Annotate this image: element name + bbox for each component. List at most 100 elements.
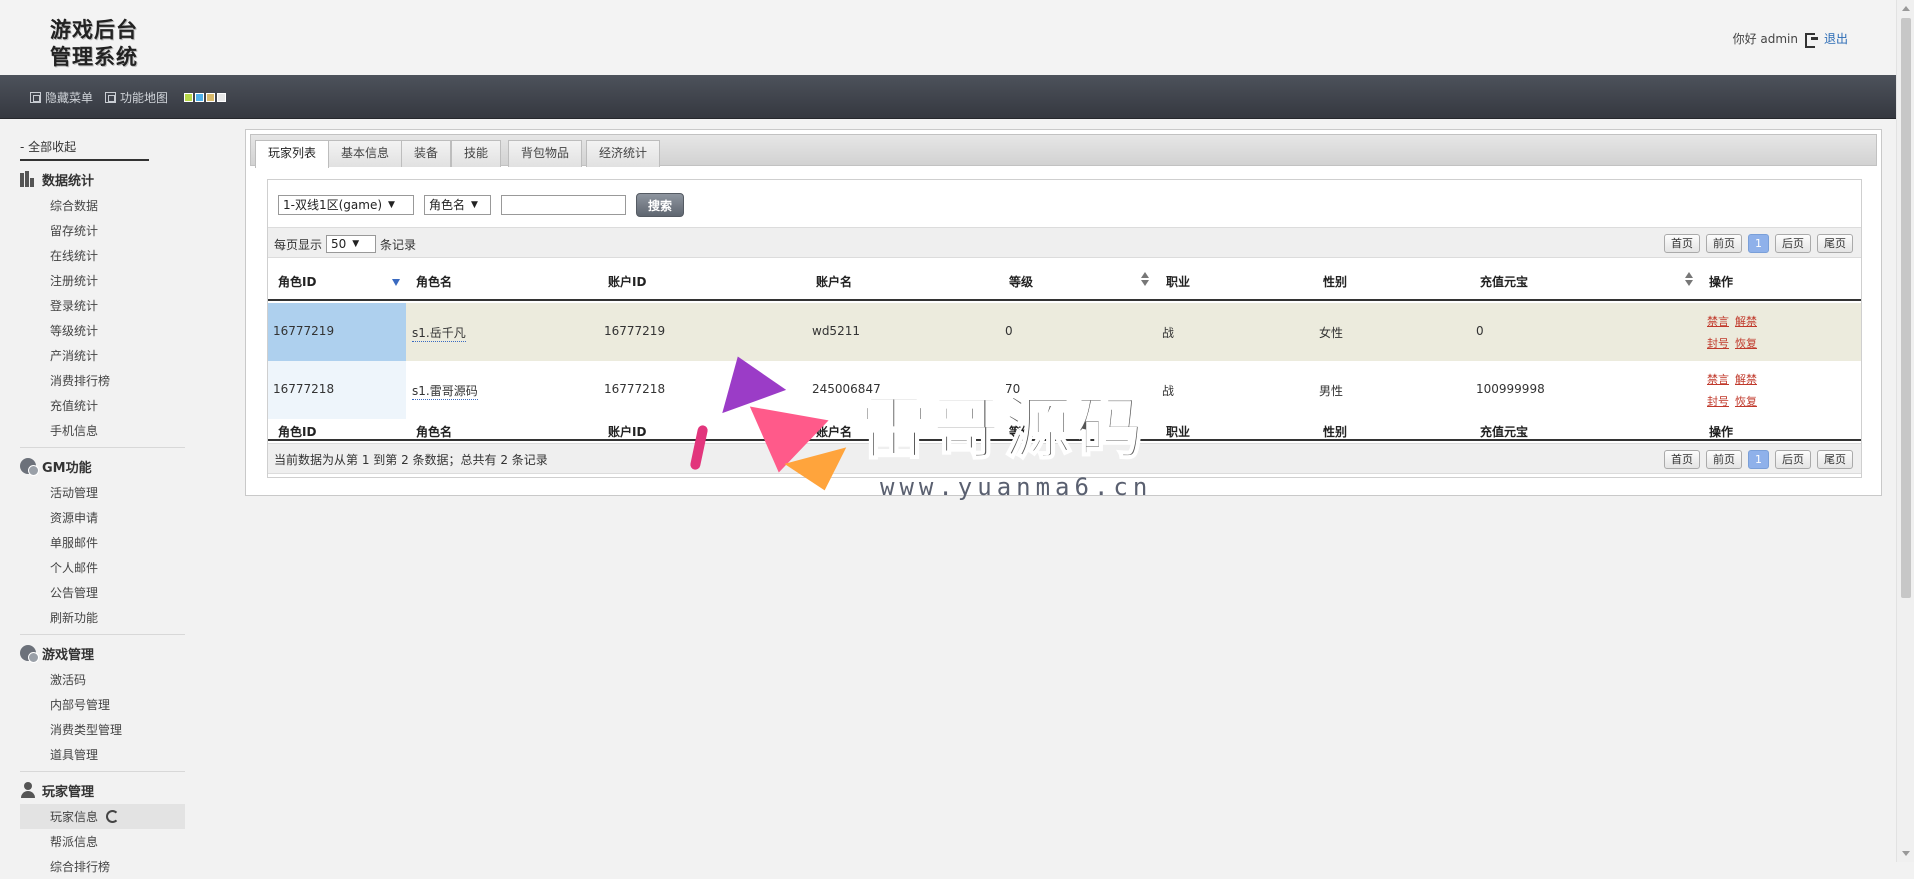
col-ops: 操作 — [1709, 275, 1734, 289]
sidebar-item[interactable]: 综合数据 — [20, 193, 185, 218]
logout-icon[interactable] — [1804, 32, 1818, 48]
cell-role-id: 16777219 — [273, 324, 335, 338]
foot-col-gold: 充值元宝 — [1480, 425, 1529, 439]
sidebar-item[interactable]: 单服邮件 — [20, 530, 185, 555]
sort-icon[interactable] — [1141, 272, 1149, 286]
search-input[interactable] — [501, 195, 626, 215]
tab-basic-info[interactable]: 基本信息 — [328, 140, 403, 167]
sidebar-group-title[interactable]: 数据统计 — [20, 165, 185, 193]
tab-economy[interactable]: 经济统计 — [586, 140, 661, 167]
sidebar-group-title[interactable]: 游戏管理 — [20, 639, 185, 667]
sidebar-item[interactable]: 等级统计 — [20, 318, 185, 343]
sort-desc-icon[interactable] — [392, 279, 400, 286]
sidebar-item[interactable]: 注册统计 — [20, 268, 185, 293]
function-map-button[interactable]: 功能地图 — [105, 89, 168, 106]
sidebar-item[interactable]: 活动管理 — [20, 480, 185, 505]
sidebar-item[interactable]: 在线统计 — [20, 243, 185, 268]
cell-level: 0 — [1005, 324, 1013, 338]
next-page-button[interactable]: 后页 — [1775, 234, 1811, 253]
greeting: 你好 admin — [1732, 32, 1798, 46]
current-page-button[interactable]: 1 — [1748, 450, 1769, 469]
theme-swatch-light[interactable] — [217, 93, 226, 102]
col-gender[interactable]: 性别 — [1323, 273, 1347, 290]
col-role-id[interactable]: 角色ID — [278, 273, 316, 290]
sidebar-item[interactable]: 资源申请 — [20, 505, 185, 530]
tab-equipment[interactable]: 装备 — [401, 140, 452, 167]
col-gold[interactable]: 充值元宝 — [1480, 273, 1528, 290]
theme-swatch-green[interactable] — [184, 93, 193, 102]
sidebar-item[interactable]: 综合排行榜 — [20, 854, 185, 879]
page-size-control: 每页显示 50 ▼ 条记录 — [274, 235, 416, 253]
page-size-select[interactable]: 50 ▼ — [326, 235, 377, 253]
theme-swatch-tan[interactable] — [206, 93, 215, 102]
prev-page-button[interactable]: 前页 — [1706, 450, 1742, 469]
refresh-icon[interactable] — [106, 810, 120, 823]
field-select-value: 角色名 — [429, 198, 466, 212]
sidebar-item[interactable]: 道具管理 — [20, 742, 185, 767]
col-job[interactable]: 职业 — [1166, 273, 1190, 290]
logout-link[interactable]: 退出 — [1824, 30, 1848, 47]
last-page-button[interactable]: 尾页 — [1817, 234, 1853, 253]
mute-link[interactable]: 禁言 — [1707, 313, 1729, 329]
sidebar-item[interactable]: 登录统计 — [20, 293, 185, 318]
cell-account-id: 16777218 — [604, 382, 666, 396]
unmute-link[interactable]: 解禁 — [1735, 371, 1757, 387]
sidebar-item[interactable]: 帮派信息 — [20, 829, 185, 854]
sidebar-item[interactable]: 手机信息 — [20, 418, 185, 443]
sort-icon[interactable] — [1685, 272, 1693, 286]
col-level[interactable]: 等级 — [1009, 273, 1033, 290]
bar-chart-icon — [20, 171, 36, 187]
col-account-name[interactable]: 账户名 — [816, 273, 852, 290]
tab-player-list[interactable]: 玩家列表 — [255, 140, 330, 168]
col-role-name[interactable]: 角色名 — [416, 273, 452, 290]
vertical-scrollbar[interactable] — [1896, 0, 1914, 862]
tab-skills[interactable]: 技能 — [451, 140, 502, 167]
sidebar-item[interactable]: 内部号管理 — [20, 692, 185, 717]
sidebar-item[interactable]: 消费排行榜 — [20, 368, 185, 393]
sidebar-group-title[interactable]: GM功能 — [20, 452, 185, 480]
hide-menu-button[interactable]: 隐藏菜单 — [30, 89, 93, 106]
unmute-link[interactable]: 解禁 — [1735, 313, 1757, 329]
table-row[interactable]: 16777219 s1.岳千凡 16777219 wd5211 0 战 女性 0… — [268, 303, 1861, 361]
cell-role-name[interactable]: s1.岳千凡 — [412, 324, 466, 342]
server-select[interactable]: 1-双线1区(game) ▼ — [278, 195, 414, 215]
mute-link[interactable]: 禁言 — [1707, 371, 1729, 387]
sidebar-item[interactable]: 消费类型管理 — [20, 717, 185, 742]
sidebar-item[interactable]: 留存统计 — [20, 218, 185, 243]
sidebar-item[interactable]: 刷新功能 — [20, 605, 185, 630]
first-page-button[interactable]: 首页 — [1664, 450, 1700, 469]
first-page-button[interactable]: 首页 — [1664, 234, 1700, 253]
ban-link[interactable]: 封号 — [1707, 393, 1729, 409]
sidebar-item[interactable]: 激活码 — [20, 667, 185, 692]
collapse-all-link[interactable]: - 全部收起 — [20, 130, 149, 161]
tab-inventory[interactable]: 背包物品 — [508, 140, 583, 167]
next-page-button[interactable]: 后页 — [1775, 450, 1811, 469]
sidebar-group-items: 综合数据 留存统计 在线统计 注册统计 登录统计 等级统计 产消统计 消费排行榜… — [20, 193, 185, 448]
sidebar-item[interactable]: 个人邮件 — [20, 555, 185, 580]
prev-page-button[interactable]: 前页 — [1706, 234, 1742, 253]
col-account-id[interactable]: 账户ID — [608, 273, 646, 290]
toolbar: 隐藏菜单 功能地图 — [0, 75, 1896, 119]
table-row[interactable]: 16777218 s1.雷哥源码 16777218 245006847 70 战… — [268, 361, 1861, 419]
theme-swatch-blue[interactable] — [195, 93, 204, 102]
current-page-button[interactable]: 1 — [1748, 234, 1769, 253]
field-select[interactable]: 角色名 ▼ — [424, 195, 491, 215]
sidebar-group-game: 游戏管理 激活码 内部号管理 消费类型管理 道具管理 — [20, 639, 185, 772]
scroll-up-icon[interactable] — [1902, 6, 1910, 11]
scroll-thumb[interactable] — [1901, 18, 1911, 598]
pagination-bottom: 首页 前页 1 后页 尾页 — [1664, 450, 1853, 469]
sidebar-item[interactable]: 充值统计 — [20, 393, 185, 418]
server-select-value: 1-双线1区(game) — [283, 198, 383, 212]
ban-link[interactable]: 封号 — [1707, 335, 1729, 351]
restore-link[interactable]: 恢复 — [1735, 393, 1757, 409]
sidebar-item-active[interactable]: 玩家信息 — [20, 804, 185, 829]
sidebar-group-title[interactable]: 玩家管理 — [20, 776, 185, 804]
search-button[interactable]: 搜索 — [636, 193, 685, 217]
restore-link[interactable]: 恢复 — [1735, 335, 1757, 351]
sidebar-item[interactable]: 公告管理 — [20, 580, 185, 605]
sidebar-item[interactable]: 产消统计 — [20, 343, 185, 368]
cell-role-name[interactable]: s1.雷哥源码 — [412, 382, 478, 400]
foot-col-level: 等级 — [1009, 425, 1034, 439]
scroll-down-icon[interactable] — [1902, 851, 1910, 856]
last-page-button[interactable]: 尾页 — [1817, 450, 1853, 469]
